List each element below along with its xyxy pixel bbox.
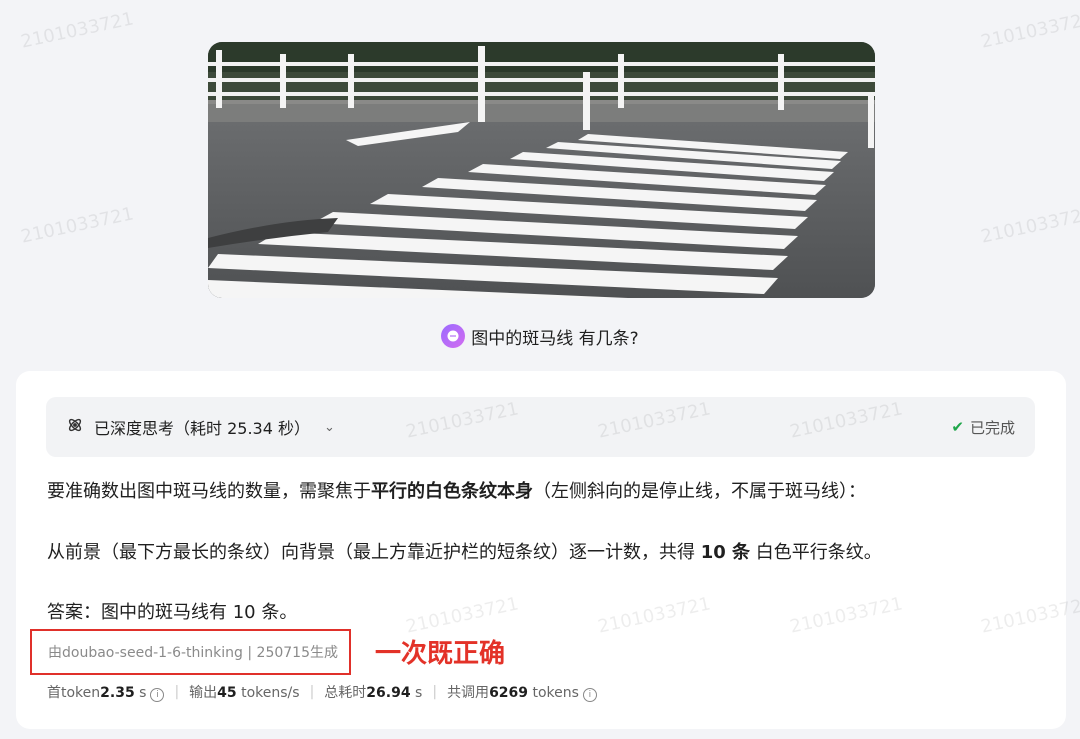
output-stat: 输出45 tokens/s — [189, 685, 300, 701]
stats-divider: | — [432, 684, 438, 700]
total-time-stat: 总耗时26.94 s — [324, 685, 423, 701]
watermark: 2101033721 — [19, 8, 136, 53]
atom-icon — [66, 416, 84, 438]
think-label: 已深度思考（耗时 25.34 秒） — [94, 419, 310, 438]
first-token-stat: 首token2.35 si — [47, 682, 165, 702]
crosswalk-photo — [208, 42, 875, 298]
stats-row: 首token2.35 si | 输出45 tokens/s | 总耗时26.94… — [47, 682, 597, 702]
think-status: 已完成 — [969, 418, 1015, 437]
question-text: 图中的斑马线 有几条? — [471, 328, 639, 349]
answer-paragraph-1: 要准确数出图中斑马线的数量，需聚焦于平行的白色条纹本身（左侧斜向的是停止线，不属… — [47, 481, 866, 502]
user-question: 图中的斑马线 有几条? — [0, 322, 1080, 350]
answer-paragraph-3: 答案：图中的斑马线有 10 条。 — [47, 602, 298, 623]
answer-card: 已深度思考（耗时 25.34 秒） ⌄ ✔ 已完成 要准确数出图中斑马线的数量，… — [16, 371, 1066, 729]
info-icon[interactable]: i — [150, 688, 165, 702]
watermark: 2101033721 — [19, 203, 136, 248]
stats-divider: | — [309, 684, 315, 700]
watermark: 2101033721 — [979, 8, 1080, 53]
answer-paragraph-2: 从前景（最下方最长的条纹）向背景（最上方靠近护栏的短条纹）逐一计数，共得 10 … — [47, 542, 882, 563]
token-count-stat: 共调用6269 tokens i — [447, 682, 597, 702]
model-tag: 由doubao-seed-1-6-thinking | 250715生成 — [30, 629, 351, 675]
stats-divider: | — [174, 684, 180, 700]
annotation-text: 一次既正确 — [375, 639, 506, 669]
watermark: 2101033721 — [979, 203, 1080, 248]
checkmark-icon: ✔ — [951, 418, 964, 436]
info-icon[interactable]: i — [582, 688, 597, 702]
deep-thinking-toggle[interactable]: 已深度思考（耗时 25.34 秒） ⌄ ✔ 已完成 — [46, 397, 1035, 457]
chevron-down-icon[interactable]: ⌄ — [324, 420, 335, 435]
chat-bubble-icon — [441, 324, 466, 348]
